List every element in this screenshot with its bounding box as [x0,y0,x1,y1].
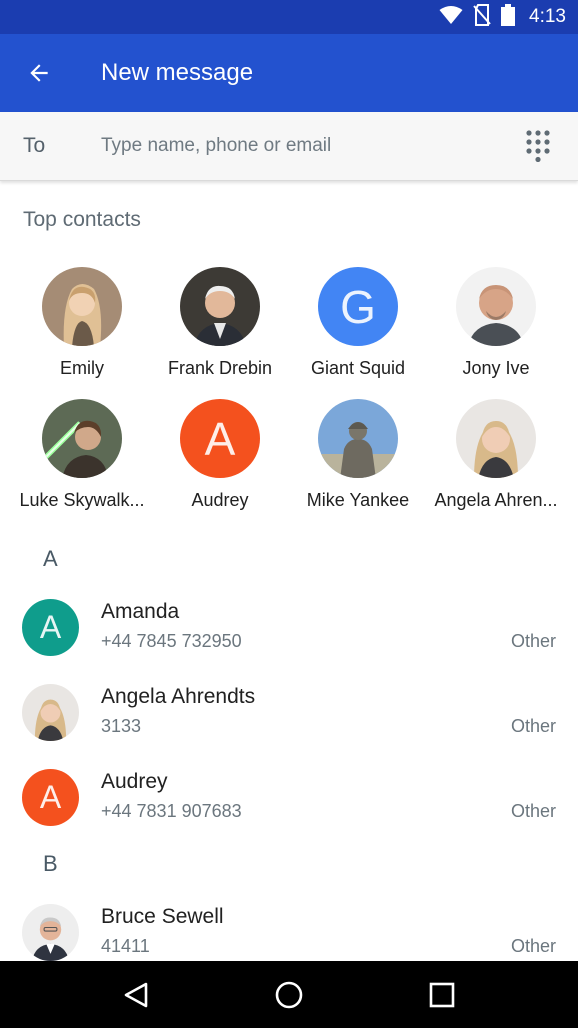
phone-type: Other [510,801,556,821]
contact-name: Audrey [101,770,168,793]
avatar-letter: A [39,779,62,815]
contact-name: Mike Yankee [306,490,410,511]
contact-name: Angela Ahren... [434,490,558,511]
nav-recents-button[interactable] [412,965,472,1025]
top-contacts-title: Top contacts [23,208,141,231]
clock: 4:13 [529,6,566,27]
contact-name: Jony Ive [462,358,530,379]
dialpad-icon [526,130,550,162]
triangle-back-icon [125,982,148,1007]
top-contact[interactable]: Mike Yankee [289,399,427,511]
avatar-letter: G [340,280,376,333]
avatar [318,399,398,479]
avatar [42,399,122,479]
app-bar: New message [0,34,578,112]
top-contact[interactable]: Frank Drebin [151,267,289,379]
avatar [22,904,79,961]
no-sim-icon [473,3,491,31]
contact-name: Luke Skywalk... [19,490,145,511]
to-label: To [23,134,46,157]
arrow-left-icon [30,64,48,82]
back-button[interactable] [0,34,78,112]
contact-phone: +44 7831 907683 [101,801,242,821]
page-title: New message [101,59,254,86]
section-header-b: B [43,851,58,876]
square-recents-icon [429,982,454,1007]
avatar [180,267,260,347]
top-contacts-grid: Emily Frank Drebin G Giant Squid Jony Iv… [13,267,565,511]
avatar: A [180,399,260,479]
avatar [456,399,536,479]
status-bar: 4:13 [0,0,578,34]
avatar: A [22,599,79,656]
phone-type: Other [510,936,556,956]
contact-name: Giant Squid [310,358,406,379]
avatar [42,267,122,347]
contact-row[interactable]: Bruce Sewell 41411 Other [0,892,578,972]
contact-name: Emily [60,358,104,379]
top-contact[interactable]: Angela Ahren... [427,399,565,511]
contact-name: Audrey [191,490,249,511]
avatar [22,684,79,741]
contact-row[interactable]: Angela Ahrendts 3133 Other [0,672,578,752]
top-contact[interactable]: Emily [13,267,151,379]
contact-name: Bruce Sewell [101,905,224,928]
recipient-bar: To [0,112,578,181]
top-contact[interactable]: A Audrey [151,399,289,511]
recipient-input[interactable] [101,126,498,166]
phone-type: Other [510,631,556,651]
contact-phone: 3133 [101,716,142,736]
contact-phone: +44 7845 732950 [101,631,242,651]
phone-type: Other [510,716,556,736]
contact-phone: 41411 [101,936,150,956]
contact-name: Angela Ahrendts [101,685,256,708]
avatar [456,267,536,347]
avatar-letter: A [39,609,62,645]
contact-row[interactable]: A Audrey +44 7831 907683 Other [0,757,578,837]
avatar: G [318,267,398,347]
nav-home-button[interactable] [259,965,319,1025]
section-header-a: A [43,546,58,571]
contact-name: Frank Drebin [167,358,273,379]
dialpad-button[interactable] [498,112,578,180]
top-contact[interactable]: G Giant Squid [289,267,427,379]
avatar: A [22,769,79,826]
wifi-icon [439,5,463,30]
system-nav-bar [0,961,578,1028]
top-contact[interactable]: Luke Skywalk... [13,399,151,511]
circle-home-icon [275,981,303,1008]
top-contact[interactable]: Jony Ive [427,267,565,379]
avatar-letter: A [204,412,236,465]
battery-icon [501,3,516,31]
nav-back-button[interactable] [106,965,166,1025]
contact-name: Amanda [101,600,180,623]
contact-row[interactable]: A Amanda +44 7845 732950 Other [0,587,578,667]
